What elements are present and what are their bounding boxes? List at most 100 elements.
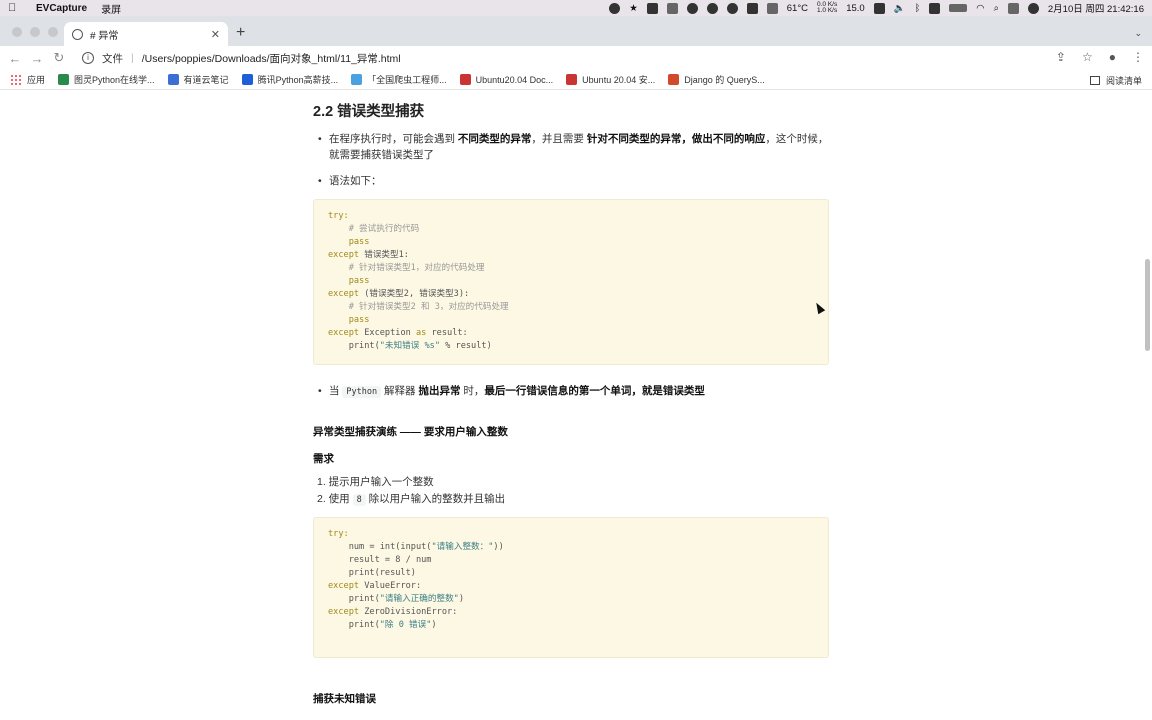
bookmark-item[interactable]: 有道云笔记	[167, 73, 229, 86]
speed-indicator[interactable]: 15.0	[846, 3, 865, 14]
bullet-syntax: 语法如下：	[318, 173, 834, 189]
siri-icon[interactable]	[1027, 2, 1039, 14]
favicon-icon	[566, 74, 578, 85]
wechat-icon[interactable]	[746, 2, 758, 14]
battery-icon[interactable]	[949, 4, 968, 12]
bookmark-item[interactable]: 「全国爬虫工程师...	[351, 73, 447, 86]
bold-text: 针对不同类型的异常，做出不同的响应	[586, 133, 766, 145]
code-text: result = 8 / num	[328, 555, 432, 565]
volume-icon[interactable]: 🔈	[894, 3, 906, 14]
favicon-icon	[58, 74, 70, 85]
practice-heading: 异常类型捕获演练 —— 要求用户输入整数	[313, 426, 508, 438]
bookmark-apps[interactable]: 应用	[10, 73, 45, 86]
code-text: ))	[493, 542, 504, 552]
bookmarks-bar: 应用 图灵Python在线学... 有道云笔记 腾讯Python高薪技... 「全国爬虫…	[0, 70, 1152, 90]
favicon-icon	[167, 74, 179, 85]
code-line: print("除 0 错误")	[328, 619, 814, 632]
clock-datetime[interactable]: 2月10日 周四 21:42:16	[1048, 1, 1144, 15]
network-down: 1.0 K/s	[816, 7, 838, 14]
vertical-scrollbar[interactable]	[1145, 259, 1150, 351]
search-icon[interactable]: ⌕	[994, 3, 999, 14]
reload-icon[interactable]: ↻	[48, 50, 70, 66]
close-window-button[interactable]	[12, 27, 22, 37]
code-line: try:	[328, 210, 814, 223]
browser-toolbar: ← → ↻ i 文件 | /Users/poppies/Downloads/面向…	[0, 46, 1152, 70]
favicon-icon	[668, 74, 680, 85]
window-controls	[12, 27, 58, 37]
minimize-window-button[interactable]	[30, 27, 40, 37]
address-bar[interactable]: i 文件 | /Users/poppies/Downloads/面向对象_htm…	[76, 47, 1076, 69]
code-text: )	[431, 620, 437, 630]
zoom-window-button[interactable]	[48, 27, 58, 37]
tab-active[interactable]: # 异常 ✕	[64, 22, 228, 46]
code-line: except (错误类型2, 错误类型3):	[328, 288, 814, 301]
wifi-icon[interactable]: ◠	[976, 3, 984, 14]
section-heading: 2.2 错误类型捕获	[313, 104, 425, 120]
reading-list-icon	[1089, 76, 1100, 85]
code-line: pass	[328, 275, 814, 288]
favicon-icon	[351, 74, 363, 85]
reading-list-button[interactable]: 阅读清单	[1089, 74, 1142, 87]
toolbar-actions: ⇪ ☆ ● ⋮	[1056, 50, 1144, 64]
code-text: )	[458, 594, 465, 604]
notification-icon[interactable]	[706, 2, 718, 14]
bookmark-item[interactable]: Ubuntu20.04 Doc...	[459, 74, 553, 85]
chat-icon[interactable]	[726, 2, 738, 14]
app-s-icon[interactable]	[929, 2, 941, 14]
menubar-item-record[interactable]: 录屏	[101, 1, 121, 16]
address-url[interactable]: /Users/poppies/Downloads/面向对象_html/11_异常…	[142, 51, 401, 66]
apple-icon[interactable]: 	[8, 2, 22, 14]
globe-icon	[72, 28, 83, 40]
info-icon[interactable]: i	[82, 52, 94, 64]
tab-search-chevron-icon[interactable]: ⌄	[1134, 28, 1142, 39]
bookmark-label: Django 的 QueryS...	[684, 75, 765, 85]
bullet-exception-types: 在程序执行时，可能会遇到 不同类型的异常，并且需要 针对不同类型的异常，做出不同…	[318, 131, 834, 163]
code-text: print(result)	[328, 568, 416, 578]
page-content: 2.2 错误类型捕获 在程序执行时，可能会遇到 不同类型的异常，并且需要 针对不…	[0, 91, 1152, 720]
app-status-icon[interactable]	[646, 2, 658, 14]
code-line: result = 8 / num	[328, 554, 814, 567]
bullet-error-type-rule: 当 Python 解释器 抛出异常 时，最后一行错误信息的第一个单词，就是错误类…	[318, 383, 834, 400]
more-menu-icon[interactable]: ⋮	[1132, 50, 1144, 64]
code-text: ZeroDivisionError:	[359, 607, 458, 617]
code-line: print("未知错误 %s" % result)	[328, 340, 814, 353]
back-arrow-icon[interactable]: ←	[4, 51, 26, 66]
reading-list-label: 阅读清单	[1105, 76, 1142, 86]
cpu-temperature[interactable]: 61°C	[787, 3, 808, 14]
requirement-heading: 需求	[313, 453, 334, 465]
creative-cloud-icon[interactable]	[609, 2, 621, 14]
bookmark-item[interactable]: Ubuntu 20.04 安...	[566, 73, 655, 86]
dock-icon[interactable]	[766, 2, 778, 14]
sync-icon[interactable]	[686, 2, 698, 14]
code-text: num = int(input(	[328, 542, 432, 552]
list-item: 2. 使用 8 除以用户输入的整数并且输出	[317, 491, 505, 509]
code-line: print("请输入正确的整数")	[328, 593, 814, 606]
bookmark-star-icon[interactable]: ☆	[1082, 50, 1093, 64]
shortcut-icon[interactable]	[873, 2, 885, 14]
new-tab-button[interactable]: +	[236, 25, 245, 41]
grid-icon[interactable]	[666, 2, 678, 14]
close-tab-icon[interactable]: ✕	[211, 28, 220, 41]
bookmark-item[interactable]: Django 的 QueryS...	[668, 73, 765, 86]
bold-text: 抛出异常	[418, 385, 461, 397]
bookmark-item[interactable]: 图灵Python在线学...	[58, 73, 155, 86]
forward-arrow-icon[interactable]: →	[26, 51, 48, 66]
control-center-icon[interactable]	[1007, 2, 1019, 14]
code-keyword: except	[328, 581, 360, 591]
star-icon[interactable]: ★	[629, 3, 638, 14]
profile-avatar-icon[interactable]: ●	[1109, 50, 1116, 64]
inline-code: 8	[352, 494, 366, 506]
text: 在程序执行时，可能会遇到	[329, 133, 458, 145]
address-scheme-label: 文件	[102, 52, 123, 65]
code-text: print(	[328, 594, 380, 604]
share-icon[interactable]: ⇪	[1056, 50, 1066, 64]
menubar-app-name[interactable]: EVCapture	[36, 3, 87, 14]
bookmark-label: Ubuntu 20.04 安...	[582, 75, 656, 85]
tab-title: # 异常	[90, 30, 119, 42]
code-block-practice: try: num = int(input("请输入整数：")) result =…	[313, 517, 829, 658]
bookmark-item[interactable]: 腾讯Python高薪技...	[241, 73, 338, 86]
bold-text: 不同类型的异常	[457, 133, 532, 145]
bluetooth-icon[interactable]: ᛒ	[915, 3, 921, 14]
network-speed[interactable]: 0.0 K/s 1.0 K/s	[816, 1, 838, 14]
code-line: pass	[328, 236, 814, 249]
